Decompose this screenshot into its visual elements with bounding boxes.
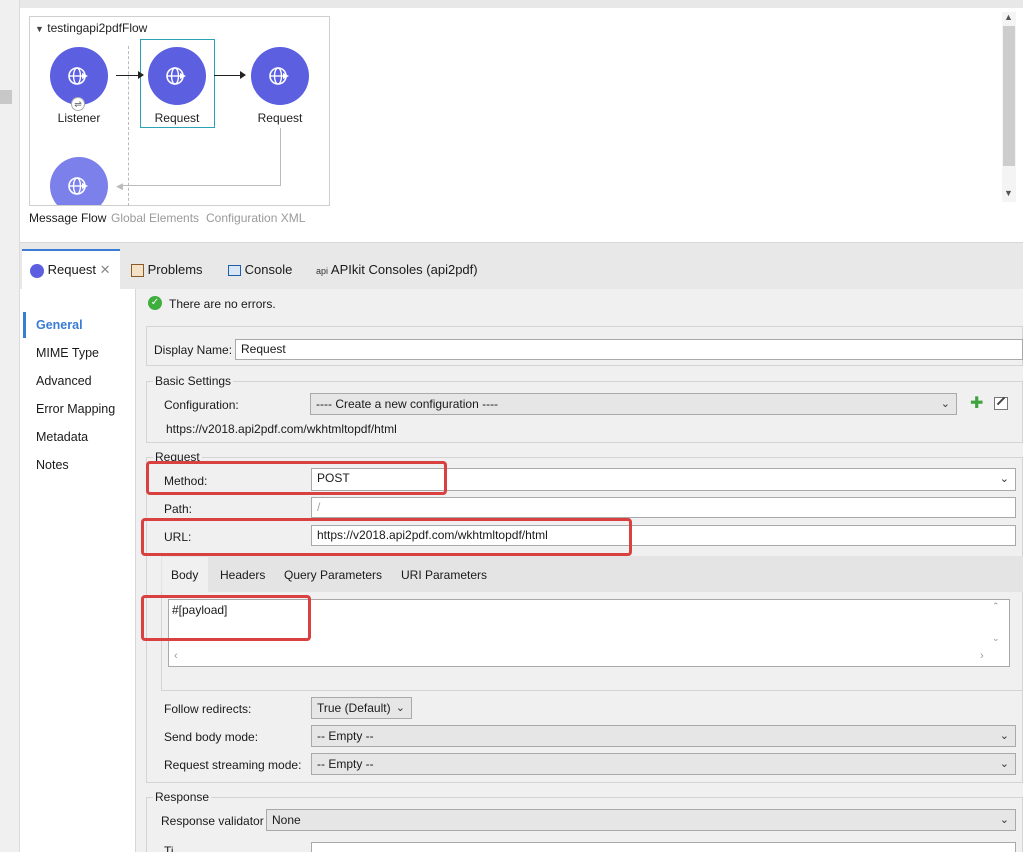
response-validator-select[interactable]: None ⌄ (266, 809, 1016, 831)
request-node-icon[interactable] (148, 47, 206, 105)
scroll-left-icon[interactable]: ‹ (174, 650, 178, 662)
flow-title[interactable]: ▼ testingapi2pdfFlow (35, 21, 147, 35)
close-icon[interactable]: ✕ (100, 262, 111, 277)
scroll-up-icon[interactable]: ▲ (1004, 12, 1013, 22)
configuration-label: Configuration: (164, 398, 239, 412)
tab-configuration-xml[interactable]: Configuration XML (206, 211, 305, 225)
arrow-head-icon (138, 71, 144, 79)
path-input[interactable]: / (311, 497, 1016, 518)
dashed-guide (128, 46, 129, 206)
edit-config-icon[interactable] (994, 396, 1008, 410)
scroll-up-icon[interactable]: ⌃ (992, 601, 1000, 612)
node-label: Listener (57, 111, 101, 125)
check-icon: ✓ (148, 296, 162, 310)
follow-redirects-select[interactable]: True (Default) ⌄ (311, 697, 412, 719)
chevron-down-icon: ⌄ (999, 473, 1009, 485)
highlight-body (141, 595, 311, 641)
nav-metadata[interactable]: Metadata (36, 430, 88, 444)
tab-message-flow[interactable]: Message Flow (29, 211, 106, 225)
top-strip (0, 0, 1023, 8)
chevron-down-icon: ⌄ (395, 702, 405, 714)
left-strip (0, 0, 20, 852)
status-message: There are no errors. (169, 297, 276, 311)
scroll-right-icon[interactable]: › (980, 650, 984, 662)
vertical-scrollbar[interactable]: ▲ ▼ (1002, 12, 1016, 202)
tab-headers[interactable]: Headers (220, 568, 265, 582)
timeout-label: Ti (164, 844, 174, 852)
scroll-thumb[interactable] (1003, 26, 1015, 166)
request-node-icon[interactable] (251, 47, 309, 105)
arrow-head-icon (240, 71, 246, 79)
arrow-left-icon: ◀ (116, 181, 123, 191)
tab-uri-parameters[interactable]: URI Parameters (401, 568, 487, 582)
request-icon (30, 263, 44, 278)
tab-request-label[interactable]: Request ✕ (30, 262, 111, 278)
tab-global-elements[interactable]: Global Elements (111, 211, 199, 225)
scroll-down-icon[interactable]: ▼ (1004, 188, 1013, 198)
tab-problems[interactable]: Problems (131, 262, 203, 278)
nav-selection-bar (23, 312, 26, 338)
tab-body-label[interactable]: Body (171, 568, 198, 582)
nav-error-mapping[interactable]: Error Mapping (36, 402, 115, 416)
request-streaming-select[interactable]: -- Empty -- ⌄ (311, 753, 1016, 775)
collapse-triangle-icon[interactable]: ▼ (35, 24, 44, 34)
follow-redirects-label: Follow redirects: (164, 702, 252, 716)
api-icon: api (316, 266, 329, 276)
scroll-down-icon[interactable]: ⌄ (992, 633, 1000, 644)
nav-notes[interactable]: Notes (36, 458, 69, 472)
sync-badge-icon: ⇌ (71, 97, 85, 111)
response-validator-label: Response validator (161, 814, 264, 828)
tab-console[interactable]: Console (228, 262, 292, 277)
request-streaming-label: Request streaming mode: (164, 758, 302, 772)
console-icon (228, 265, 241, 277)
nav-advanced[interactable]: Advanced (36, 374, 92, 388)
node-label: Request (257, 111, 303, 125)
timeout-input[interactable] (311, 842, 1016, 852)
configuration-url: https://v2018.api2pdf.com/wkhtmltopdf/ht… (166, 422, 397, 436)
chevron-down-icon: ⌄ (999, 730, 1009, 742)
display-name-label: Display Name: (154, 343, 233, 357)
response-group-title: Response (153, 790, 212, 804)
chevron-down-icon: ⌄ (940, 398, 950, 410)
basic-settings-title: Basic Settings (153, 374, 234, 388)
nav-general[interactable]: General (36, 318, 83, 332)
chevron-down-icon: ⌄ (999, 758, 1009, 770)
send-body-mode-select[interactable]: -- Empty -- ⌄ (311, 725, 1016, 747)
tab-query-parameters[interactable]: Query Parameters (284, 568, 382, 582)
configuration-select[interactable]: ---- Create a new configuration ---- ⌄ (310, 393, 957, 415)
tab-apikit-consoles[interactable]: api APIkit Consoles (api2pdf) (316, 262, 478, 277)
node-label: Request (154, 111, 200, 125)
nav-mime-type[interactable]: MIME Type (36, 346, 99, 360)
path-label: Path: (164, 502, 193, 516)
problems-icon (131, 264, 144, 278)
chevron-down-icon: ⌄ (999, 814, 1009, 826)
display-name-input[interactable]: Request (235, 339, 1023, 360)
highlight-method (146, 461, 447, 495)
loop-line (120, 185, 281, 186)
send-body-mode-label: Send body mode: (164, 730, 259, 744)
partial-node[interactable] (50, 157, 108, 205)
highlight-url (141, 518, 632, 556)
add-config-icon[interactable]: ✚ (970, 396, 983, 412)
loop-line (280, 128, 281, 185)
